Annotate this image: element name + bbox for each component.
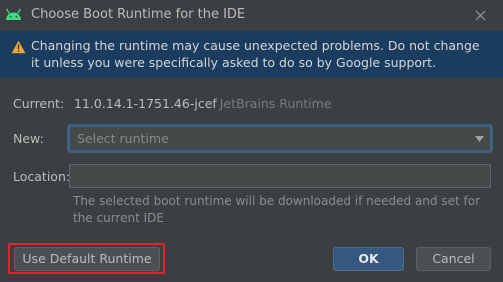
current-runtime-vendor: JetBrains Runtime bbox=[219, 96, 332, 111]
android-icon bbox=[6, 8, 21, 20]
current-runtime-value: 11.0.14.1-1751.46-jcef JetBrains Runtime bbox=[74, 96, 332, 111]
close-icon[interactable] bbox=[473, 8, 488, 23]
warning-banner: Changing the runtime may cause unexpecte… bbox=[0, 31, 503, 78]
runtime-select-placeholder: Select runtime bbox=[77, 131, 169, 146]
location-field[interactable] bbox=[69, 164, 491, 188]
current-runtime-version: 11.0.14.1-1751.46-jcef bbox=[74, 96, 217, 111]
choose-boot-runtime-dialog: Choose Boot Runtime for the IDE Changing… bbox=[0, 0, 503, 282]
new-label: New: bbox=[13, 131, 44, 146]
location-label: Location: bbox=[13, 169, 71, 184]
cancel-button[interactable]: Cancel bbox=[416, 247, 491, 271]
location-hint: The selected boot runtime will be downlo… bbox=[73, 194, 480, 225]
warning-icon bbox=[11, 40, 26, 54]
ok-button[interactable]: OK bbox=[333, 247, 404, 271]
use-default-runtime-button[interactable]: Use Default Runtime bbox=[14, 247, 160, 271]
current-label: Current: bbox=[13, 96, 65, 111]
dropdown-arrow-icon[interactable] bbox=[475, 136, 484, 142]
dialog-title: Choose Boot Runtime for the IDE bbox=[31, 7, 246, 22]
title-bar[interactable]: Choose Boot Runtime for the IDE bbox=[0, 0, 503, 30]
runtime-select[interactable]: Select runtime bbox=[69, 126, 491, 151]
warning-message: Changing the runtime may cause unexpecte… bbox=[31, 38, 480, 70]
